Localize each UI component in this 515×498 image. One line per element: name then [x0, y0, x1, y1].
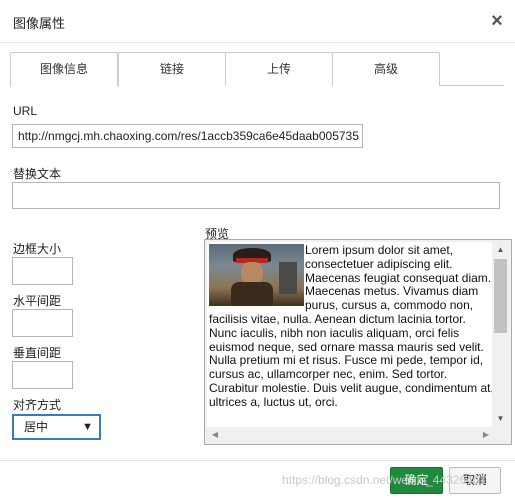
- scroll-right-icon[interactable]: ▶: [478, 427, 494, 442]
- align-select[interactable]: 居中 ▼: [12, 414, 101, 440]
- preview-image-body: [231, 282, 273, 306]
- tab-upload[interactable]: 上传: [225, 52, 333, 86]
- alt-text-label: 替换文本: [13, 167, 62, 181]
- align-label: 对齐方式: [13, 398, 62, 412]
- vspace-input[interactable]: [12, 361, 73, 389]
- border-size-label: 边框大小: [13, 242, 62, 256]
- preview-image-face: [241, 262, 263, 284]
- chevron-down-icon: ▼: [82, 421, 93, 433]
- preview-image: [209, 244, 304, 306]
- scroll-up-icon[interactable]: ▲: [492, 242, 509, 258]
- tab-bar: 图像信息 链接 上传 高级: [10, 52, 504, 87]
- url-label: URL: [13, 104, 38, 118]
- alt-text-input[interactable]: [12, 182, 500, 209]
- ok-button[interactable]: 确定: [390, 467, 443, 494]
- close-icon[interactable]: ×: [489, 10, 505, 32]
- tab-advanced[interactable]: 高级: [332, 52, 440, 86]
- border-size-input[interactable]: [12, 257, 73, 285]
- tab-image-info[interactable]: 图像信息: [10, 52, 118, 87]
- dialog-titlebar: 图像属性 ×: [0, 0, 515, 43]
- preview-box: Lorem ipsum dolor sit amet, consectetuer…: [204, 239, 512, 445]
- dialog-title: 图像属性: [13, 16, 66, 31]
- vspace-label: 垂直间距: [13, 346, 62, 360]
- image-properties-dialog: 图像属性 × 图像信息 链接 上传 高级 URL http://nmgcj.mh…: [0, 0, 515, 498]
- hspace-label: 水平间距: [13, 294, 62, 308]
- align-selected-value: 居中: [24, 420, 49, 434]
- preview-image-ship: [279, 262, 297, 294]
- scroll-thumb[interactable]: [494, 259, 507, 333]
- scroll-down-icon[interactable]: ▼: [492, 411, 509, 427]
- cancel-button[interactable]: 取消: [449, 467, 501, 494]
- preview-vertical-scrollbar[interactable]: ▲ ▼: [492, 242, 509, 427]
- url-input[interactable]: http://nmgcj.mh.chaoxing.com/res/1accb35…: [12, 124, 363, 148]
- hspace-input[interactable]: [12, 309, 73, 337]
- preview-content: Lorem ipsum dolor sit amet, consectetuer…: [207, 242, 494, 428]
- preview-horizontal-scrollbar[interactable]: ◀ ▶: [207, 427, 494, 442]
- scroll-left-icon[interactable]: ◀: [207, 427, 223, 442]
- tab-link[interactable]: 链接: [118, 52, 226, 86]
